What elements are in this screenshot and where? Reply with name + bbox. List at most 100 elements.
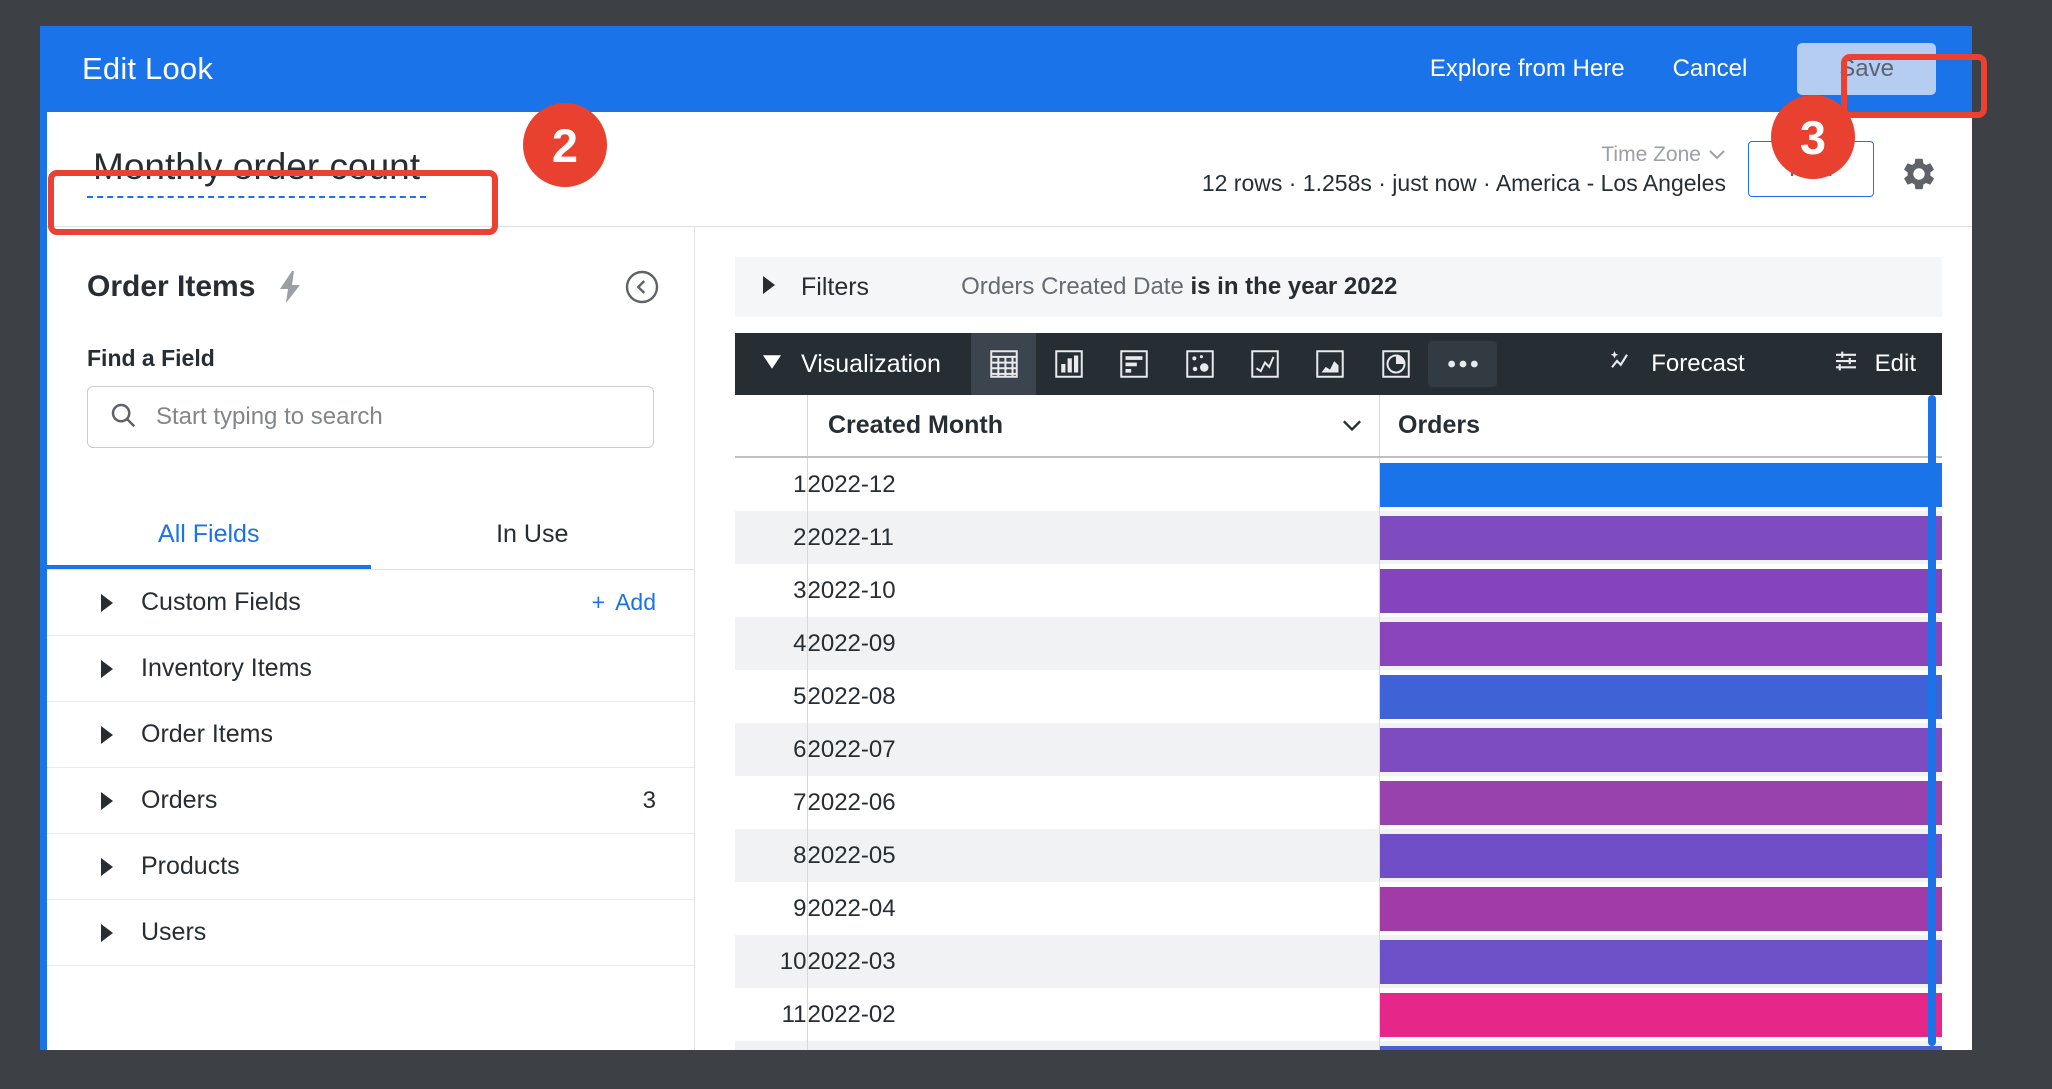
edit-label: Edit [1874, 350, 1916, 377]
more-horizontal-icon[interactable] [1428, 341, 1498, 387]
triangle-right-icon[interactable] [761, 275, 777, 299]
table-row[interactable]: 62022-07678 [735, 723, 1942, 776]
orders-bar [1379, 780, 1942, 825]
orders-bar [1379, 515, 1942, 560]
table-row[interactable]: 42022-09671 [735, 617, 1942, 670]
cancel-link[interactable]: Cancel [1649, 55, 1772, 83]
cell-created-month: 2022-03 [806, 935, 1379, 988]
field-group-row[interactable]: Orders 3 [47, 768, 694, 834]
results-table-body: 12022-1275222022-1168132022-1067542022-0… [735, 457, 1942, 1050]
cell-created-month: 2022-07 [806, 723, 1379, 776]
timezone-selector[interactable]: Time Zone [1601, 143, 1726, 167]
cell-created-month: 2022-10 [806, 564, 1379, 617]
cell-created-month: 2022-02 [806, 988, 1379, 1041]
orders-bar [1379, 886, 1942, 931]
table-row[interactable]: 112022-02608 [735, 988, 1942, 1041]
results-table-area: Created Month Orders 1 2022-12 2 2022-11… [735, 395, 1942, 1050]
field-group-row[interactable]: Custom Fields + Add [47, 570, 694, 636]
gear-icon[interactable] [1896, 151, 1942, 197]
body-split: Order Items Find a Field Start typing to… [47, 227, 1972, 1050]
field-group-row[interactable]: Inventory Items [47, 636, 694, 702]
annotation-badge-2: 2 [523, 103, 607, 187]
table-chart-icon[interactable] [970, 333, 1037, 395]
cell-created-month: 2022-08 [806, 670, 1379, 723]
scatter-plot-icon[interactable] [1167, 333, 1232, 395]
field-group-label: Products [141, 852, 240, 880]
orders-label: Orders [1398, 411, 1480, 439]
explore-from-here-link[interactable]: Explore from Here [1406, 55, 1649, 83]
cell-orders: 608 [1378, 988, 1942, 1041]
tab-all-fields[interactable]: All Fields [47, 506, 371, 569]
visualization-toolbar: Visualization Forecast Edit [735, 333, 1942, 395]
created-month-label: Created Month [828, 411, 1003, 439]
table-row[interactable]: 52022-08726 [735, 670, 1942, 723]
annotation-badge-3: 3 [1771, 95, 1855, 179]
area-chart-icon[interactable] [1298, 333, 1363, 395]
table-row[interactable]: 22022-11681 [735, 511, 1942, 564]
forecast-button[interactable]: Forecast [1607, 333, 1745, 395]
orders-bar [1379, 939, 1942, 984]
bar-chart-icon[interactable] [1102, 333, 1167, 395]
triangle-right-icon [99, 659, 115, 678]
look-title-input[interactable]: Monthly order count [87, 140, 427, 198]
column-header-orders[interactable]: Orders [1379, 395, 1942, 458]
settings-sliders-icon [1831, 346, 1861, 383]
orders-bar [1379, 833, 1942, 878]
titlebar: Edit Look Explore from Here Cancel Save [47, 26, 1972, 112]
row-index: 4 [793, 629, 807, 657]
cell-orders: 681 [1378, 511, 1942, 564]
table-row[interactable]: 12022-12752 [735, 457, 1942, 511]
table-row[interactable]: 102022-03692 [735, 935, 1942, 988]
visualization-toggle[interactable]: Visualization [735, 333, 971, 395]
orders-bar [1379, 992, 1942, 1037]
triangle-right-icon [99, 593, 115, 612]
cell-orders: 652 [1378, 882, 1942, 935]
cell-orders: 692 [1378, 935, 1942, 988]
add-label: Add [615, 589, 656, 615]
forecast-sparkle-icon [1607, 346, 1637, 383]
search-input[interactable] [156, 403, 633, 431]
field-group-row[interactable]: Users [47, 900, 694, 966]
query-meta-block: Time Zone 12 rows · 1.258s · just now · … [1202, 143, 1726, 197]
field-group-count: 3 [642, 786, 656, 814]
triangle-right-icon [99, 725, 115, 744]
row-index: 6 [793, 735, 807, 763]
field-group-label: Custom Fields [141, 588, 301, 616]
field-group-label: Orders [141, 786, 218, 814]
row-index: 12 [735, 1041, 807, 1050]
column-header-created-month[interactable]: Created Month [807, 395, 1379, 458]
search-field-wrap[interactable] [87, 386, 654, 448]
column-header-index [735, 395, 807, 458]
look-title-wrap: Monthly order count [87, 140, 427, 198]
filters-bar[interactable]: Filters Orders Created Date is in the ye… [735, 257, 1942, 317]
forecast-label: Forecast [1651, 350, 1745, 377]
vertical-scrollbar[interactable] [1928, 395, 1936, 1046]
field-group-row[interactable]: Products [47, 834, 694, 900]
table-row[interactable]: 32022-10675 [735, 564, 1942, 617]
table-row[interactable]: 92022-04652 [735, 882, 1942, 935]
field-tabs: All Fields In Use [47, 506, 694, 570]
save-button[interactable]: Save [1797, 43, 1936, 95]
orders-bar [1379, 568, 1942, 613]
lightning-bolt-icon[interactable] [277, 271, 303, 303]
field-group-label: Users [141, 918, 207, 946]
add-custom-field-button[interactable]: + Add [592, 589, 656, 616]
table-row[interactable]: 122022-01718 [735, 1041, 1942, 1050]
row-index: 9 [793, 894, 807, 922]
field-group-row[interactable]: Order Items [47, 702, 694, 768]
pie-chart-icon[interactable] [1363, 333, 1428, 395]
cell-orders: 726 [1378, 670, 1942, 723]
cell-orders: 752 [1378, 457, 1942, 511]
table-row[interactable]: 72022-06662 [735, 776, 1942, 829]
tab-in-use[interactable]: In Use [371, 506, 695, 569]
orders-bar [1379, 621, 1942, 666]
cell-orders: 718 [1378, 1041, 1942, 1050]
edit-look-window: Edit Look Explore from Here Cancel Save … [40, 26, 1972, 1050]
cell-orders: 678 [1378, 723, 1942, 776]
line-chart-icon[interactable] [1232, 333, 1297, 395]
chevron-left-circle-icon[interactable] [624, 269, 660, 305]
column-chart-icon[interactable] [1036, 333, 1101, 395]
chevron-down-icon[interactable] [1341, 419, 1363, 433]
edit-visualization-button[interactable]: Edit [1831, 333, 1916, 395]
table-row[interactable]: 82022-05688 [735, 829, 1942, 882]
